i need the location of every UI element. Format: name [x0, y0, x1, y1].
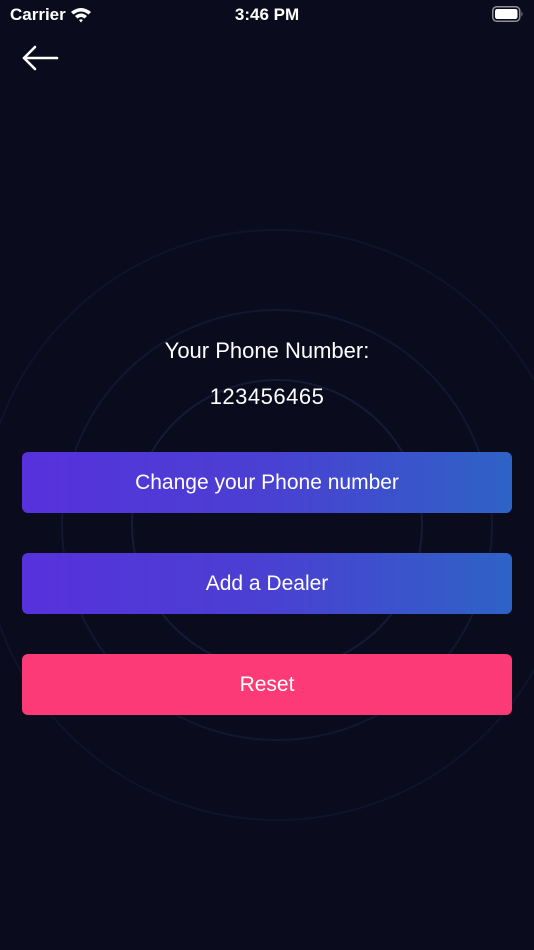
back-button[interactable] — [18, 40, 62, 76]
phone-settings-screen: Carrier 3:46 PM Your Phone Number: 12345… — [0, 0, 534, 950]
phone-number-label: Your Phone Number: — [164, 338, 370, 363]
reset-button[interactable]: Reset — [22, 654, 512, 715]
add-dealer-button[interactable]: Add a Dealer — [22, 553, 512, 614]
battery-icon — [492, 6, 523, 22]
change-phone-button[interactable]: Change your Phone number — [22, 452, 512, 513]
arrow-left-icon — [22, 45, 59, 71]
status-bar: Carrier 3:46 PM — [0, 0, 534, 30]
status-time: 3:46 PM — [234, 5, 300, 24]
phone-number-value: 123456465 — [209, 384, 325, 409]
